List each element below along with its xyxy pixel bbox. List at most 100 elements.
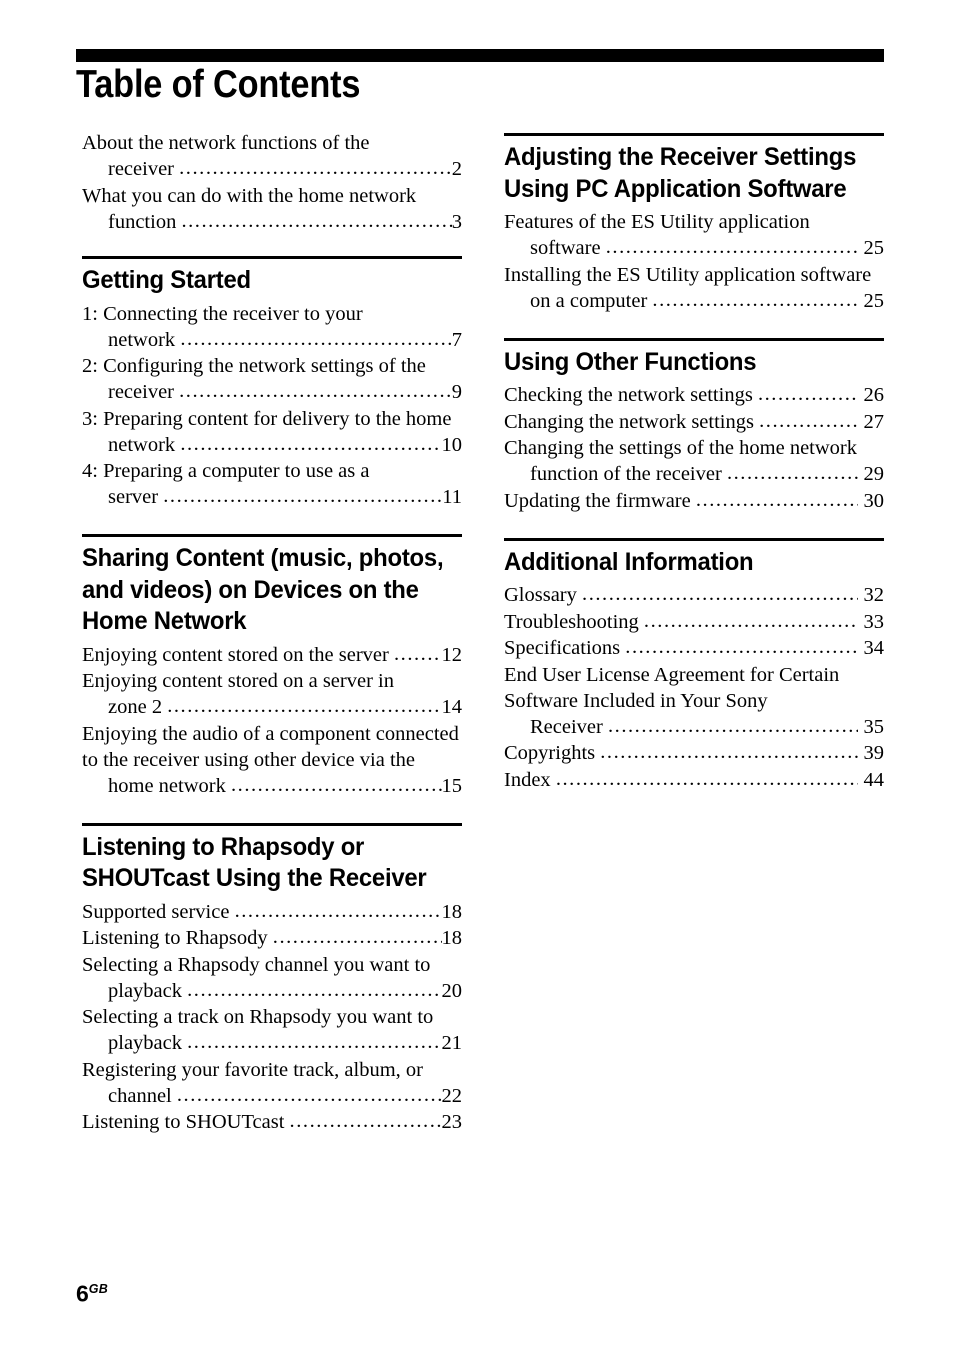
toc-page-number: 23 [441, 1111, 463, 1133]
section-rule [504, 133, 884, 136]
left-section-list: Getting Started 1: Connecting the receive… [82, 256, 462, 1159]
toc-entry-line: Installing the ES Utility application so… [504, 263, 872, 286]
toc-entry[interactable]: Changing the settings of the home networ… [504, 435, 884, 487]
toc-entry-title: Glossary [504, 584, 583, 606]
toc-entry[interactable]: Specifications .........................… [504, 635, 884, 661]
toc-entry[interactable]: Listening to Rhapsody ..................… [82, 925, 462, 951]
toc-entry[interactable]: Troubleshooting ........................… [504, 609, 884, 635]
toc-entry-leader-row: Checking the network settings ..........… [504, 382, 884, 408]
toc-page-number: 14 [441, 696, 463, 718]
toc-entry-title: server [108, 486, 164, 508]
toc-entry-list: Supported service ......................… [82, 899, 462, 1136]
toc-entry-line: 4: Preparing a computer to use as a [82, 460, 370, 482]
toc-entry-title: Enjoying content stored on the server [82, 643, 394, 666]
toc-entry[interactable]: Installing the ES Utility application so… [504, 262, 884, 314]
toc-entry[interactable]: Features of the ES Utility application so… [504, 209, 884, 261]
toc-leader-dots: ........................................… [179, 157, 452, 179]
toc-entry[interactable]: 2: Configuring the network settings of t… [82, 353, 462, 405]
toc-entry[interactable]: Glossary ...............................… [504, 582, 884, 608]
toc-leader-dots: ........................................… [759, 409, 858, 432]
toc-entry-leader-row: network ................................… [82, 327, 462, 353]
toc-leader-dots: ........................................… [180, 327, 452, 350]
toc-entry-leader-row: Listening to SHOUTcast .................… [82, 1109, 462, 1135]
toc-leader-dots: ........................................… [187, 978, 441, 1001]
toc-entry[interactable]: Index ..................................… [504, 767, 884, 793]
toc-entry-title: software [530, 237, 606, 259]
toc-entry-title: network [108, 433, 181, 456]
toc-entry[interactable]: Selecting a Rhapsody channel you want to… [82, 952, 462, 1004]
toc-leader-dots: ........................................… [652, 288, 858, 311]
masthead-bar [76, 49, 884, 62]
toc-entry-line: 3: Preparing content for delivery to the… [82, 407, 452, 430]
toc-entry-line: What you can do with the home network [82, 184, 417, 207]
toc-page-number: 35 [858, 715, 885, 738]
toc-entry-list: 1: Connecting the receiver to your networ… [82, 301, 462, 511]
section-heading: Listening to Rhapsody or SHOUTcast Using… [82, 832, 427, 893]
section-rule [82, 822, 462, 826]
toc-entry-title: home network [108, 774, 231, 797]
toc-entry-line: Selecting a Rhapsody channel you want to [82, 953, 431, 976]
toc-entry-title: Updating the firmware [504, 489, 696, 512]
toc-page-number: 21 [441, 1032, 463, 1054]
toc-entry[interactable]: Copyrights .............................… [504, 740, 884, 766]
toc-entry-title: on a computer [530, 289, 653, 312]
right-section-list: Adjusting the Receiver Settings Using PC… [504, 133, 884, 817]
toc-entry[interactable]: Registering your favorite track, album, … [82, 1057, 462, 1109]
toc-entry-leader-row: Glossary ...............................… [504, 582, 884, 608]
folio-number: 6 [76, 1280, 89, 1307]
toc-leader-dots: ........................................… [187, 1031, 441, 1053]
toc-entry-list: Enjoying content stored on the server ..… [82, 642, 462, 799]
toc-entry[interactable]: Selecting a track on Rhapsody you want t… [82, 1004, 462, 1056]
folio-suffix: GB [88, 1282, 108, 1296]
toc-page-number: 12 [441, 643, 463, 666]
toc-entry[interactable]: What you can do with the home network fun… [82, 183, 462, 235]
toc-entry-leader-row: Troubleshooting ........................… [504, 609, 884, 635]
toc-entry[interactable]: Updating the firmware ..................… [504, 488, 884, 514]
toc-entry-leader-row: channel ................................… [82, 1083, 462, 1109]
toc-entry[interactable]: Listening to SHOUTcast .................… [82, 1109, 462, 1135]
toc-entry-leader-row: Copyrights .............................… [504, 740, 884, 766]
toc-entry-leader-row: receiver ...............................… [82, 156, 462, 182]
toc-entry[interactable]: Enjoying the audio of a component connec… [82, 721, 462, 799]
toc-entry[interactable]: 1: Connecting the receiver to your networ… [82, 301, 462, 353]
toc-entry-list: Checking the network settings ..........… [504, 382, 884, 514]
toc-page-number: 29 [858, 463, 885, 485]
toc-page-number: 32 [858, 584, 885, 606]
section-heading: Sharing Content (music, photos, and vide… [82, 544, 444, 635]
toc-entry-leader-row: server .................................… [82, 484, 462, 510]
toc-entry-leader-row: software ...............................… [504, 235, 884, 261]
toc-leader-dots: ........................................… [695, 488, 859, 511]
toc-page-number: 25 [858, 237, 885, 259]
toc-entry-title: playback [108, 1032, 188, 1054]
toc-leader-dots: ........................................… [643, 609, 859, 632]
toc-entry-line: Enjoying the audio of a component connec… [82, 722, 459, 745]
toc-entry-line: End User License Agreement for Certain [504, 663, 840, 686]
toc-page-number: 9 [451, 381, 462, 403]
toc-leader-dots: ........................................… [181, 209, 451, 232]
toc-entry[interactable]: 3: Preparing content for delivery to the… [82, 406, 462, 458]
toc-entry-leader-row: Updating the firmware ..................… [504, 488, 884, 514]
toc-entry-line: Enjoying content stored on a server in [82, 670, 394, 692]
toc-leader-dots: ........................................… [289, 1110, 442, 1132]
toc-entry[interactable]: Supported service ......................… [82, 899, 462, 925]
toc-entry-leader-row: home network ...........................… [82, 773, 462, 799]
toc-leader-dots: ........................................… [605, 236, 859, 258]
toc-entry[interactable]: Enjoying content stored on the server ..… [82, 642, 462, 668]
toc-entry[interactable]: End User License Agreement for Certain So… [504, 662, 884, 740]
toc-entry-title: Copyrights [504, 742, 601, 764]
toc-page-number: 2 [451, 158, 462, 180]
section-heading: Adjusting the Receiver Settings Using PC… [504, 143, 857, 203]
toc-entry[interactable]: Enjoying content stored on a server in zo… [82, 668, 462, 720]
toc-leader-dots: ........................................… [272, 926, 442, 948]
toc-leader-dots: ........................................… [600, 741, 859, 763]
toc-leader-dots: ........................................… [555, 767, 859, 790]
toc-leader-dots: ........................................… [163, 485, 443, 507]
toc-section: Adjusting the Receiver Settings Using PC… [504, 133, 884, 314]
toc-section: Additional Information Glossary .........… [504, 537, 884, 793]
toc-leader-dots: ........................................… [167, 695, 442, 717]
toc-page-number: 34 [858, 637, 885, 659]
toc-entry[interactable]: Checking the network settings ..........… [504, 382, 884, 408]
toc-entry[interactable]: About the network functions of the receiv… [82, 130, 462, 182]
toc-entry[interactable]: Changing the network settings ..........… [504, 409, 884, 435]
toc-entry[interactable]: 4: Preparing a computer to use as a serve… [82, 458, 462, 510]
